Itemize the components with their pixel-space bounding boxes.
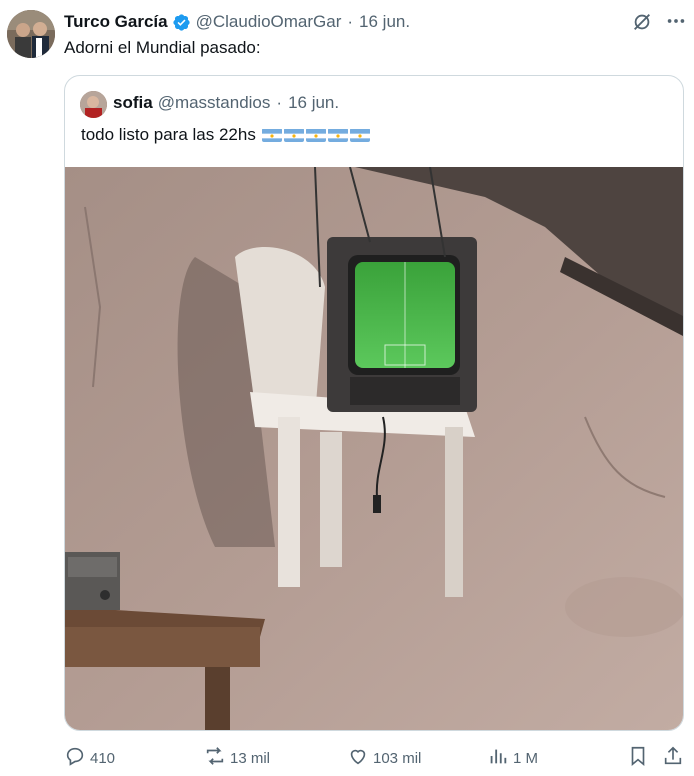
argentina-flag-icon xyxy=(305,128,326,142)
quoted-handle[interactable]: @masstandios xyxy=(158,93,271,113)
quoted-header: sofia @masstandios · 16 jun. xyxy=(113,93,339,113)
share-icon xyxy=(662,745,688,771)
separator: · xyxy=(347,12,354,31)
reply-count: 410 xyxy=(90,749,116,767)
argentina-flag-icon xyxy=(283,128,304,142)
separator: · xyxy=(276,93,283,112)
views-icon xyxy=(487,745,513,771)
tweet-text: Adorni el Mundial pasado: xyxy=(64,38,261,57)
quoted-text: todo listo para las 22hs xyxy=(81,125,256,144)
like-icon xyxy=(347,745,373,771)
author-handle[interactable]: @ClaudioOmarGar xyxy=(196,12,342,32)
author-avatar[interactable] xyxy=(7,10,55,58)
quoted-avatar[interactable] xyxy=(80,91,107,118)
repost-icon xyxy=(204,745,230,771)
tweet-header: Turco García @ClaudioOmarGar · 16 jun. xyxy=(64,11,410,33)
flag-emojis xyxy=(261,128,370,142)
quoted-text-row: todo listo para las 22hs xyxy=(81,125,370,145)
views-count: 1 M xyxy=(513,749,539,767)
reply-button[interactable]: 410 xyxy=(64,740,115,776)
verified-icon xyxy=(172,13,191,32)
like-count: 103 mil xyxy=(373,749,422,767)
bookmark-button[interactable] xyxy=(627,740,653,776)
quoted-author-name[interactable]: sofia xyxy=(113,93,153,113)
argentina-flag-icon xyxy=(349,128,370,142)
tweet-date[interactable]: 16 jun. xyxy=(359,12,410,32)
repost-count: 13 mil xyxy=(230,749,271,767)
argentina-flag-icon xyxy=(261,128,282,142)
like-button[interactable]: 103 mil xyxy=(347,740,421,776)
quoted-tweet[interactable]: sofia @masstandios · 16 jun. todo listo … xyxy=(64,75,684,731)
action-bar: 410 13 mil 103 mil 1 M xyxy=(0,740,694,776)
share-button[interactable] xyxy=(662,740,688,776)
quoted-date[interactable]: 16 jun. xyxy=(288,93,339,113)
more-icon[interactable] xyxy=(665,10,687,32)
quoted-photo[interactable] xyxy=(65,166,683,730)
grok-icon[interactable] xyxy=(631,11,653,33)
repost-button[interactable]: 13 mil xyxy=(204,740,270,776)
argentina-flag-icon xyxy=(327,128,348,142)
bookmark-icon xyxy=(627,745,653,771)
views-button[interactable]: 1 M xyxy=(487,740,538,776)
author-name[interactable]: Turco García xyxy=(64,12,168,32)
reply-icon xyxy=(64,745,90,771)
